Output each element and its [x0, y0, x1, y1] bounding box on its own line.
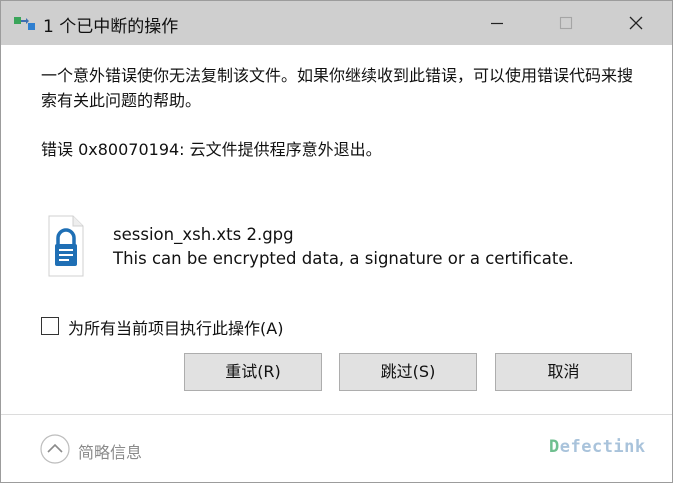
skip-button[interactable]: 跳过(S) [339, 353, 477, 391]
error-message: 一个意外错误使你无法复制该文件。如果你继续收到此错误，可以使用错误代码来搜索有关… [41, 66, 634, 110]
details-label[interactable]: 简略信息 [78, 439, 142, 463]
footer: 简略信息 Defectink [1, 415, 672, 482]
watermark-rest: efectink [559, 437, 646, 457]
retry-button[interactable]: 重试(R) [184, 353, 322, 391]
apply-all-checkbox[interactable] [41, 317, 59, 335]
dialog-window: 1 个已中断的操作 一个意外错误使你无法复制该文件。如果你继续收到此错误，可以使… [0, 0, 673, 483]
transfer-icon [14, 15, 36, 31]
close-icon [629, 16, 643, 30]
minimize-button[interactable] [474, 1, 520, 45]
maximize-button [543, 1, 589, 45]
locked-document-icon [47, 214, 85, 278]
file-name: session_xsh.xts 2.gpg [113, 225, 294, 244]
close-button[interactable] [613, 1, 659, 45]
window-title: 1 个已中断的操作 [43, 17, 179, 37]
title-bar[interactable]: 1 个已中断的操作 [1, 1, 672, 45]
apply-all-label[interactable]: 为所有当前项目执行此操作(A) [68, 315, 283, 339]
minimize-icon [491, 22, 503, 25]
error-code-line: 错误 0x80070194: 云文件提供程序意外退出。 [41, 140, 382, 159]
details-toggle-button[interactable] [39, 433, 71, 465]
cancel-button[interactable]: 取消 [495, 353, 632, 391]
chevron-up-icon [40, 434, 70, 464]
maximize-icon [559, 16, 573, 30]
file-description: This can be encrypted data, a signature … [113, 249, 574, 268]
watermark-logo: Defectink [549, 437, 646, 457]
watermark-first-letter: D [549, 437, 560, 457]
